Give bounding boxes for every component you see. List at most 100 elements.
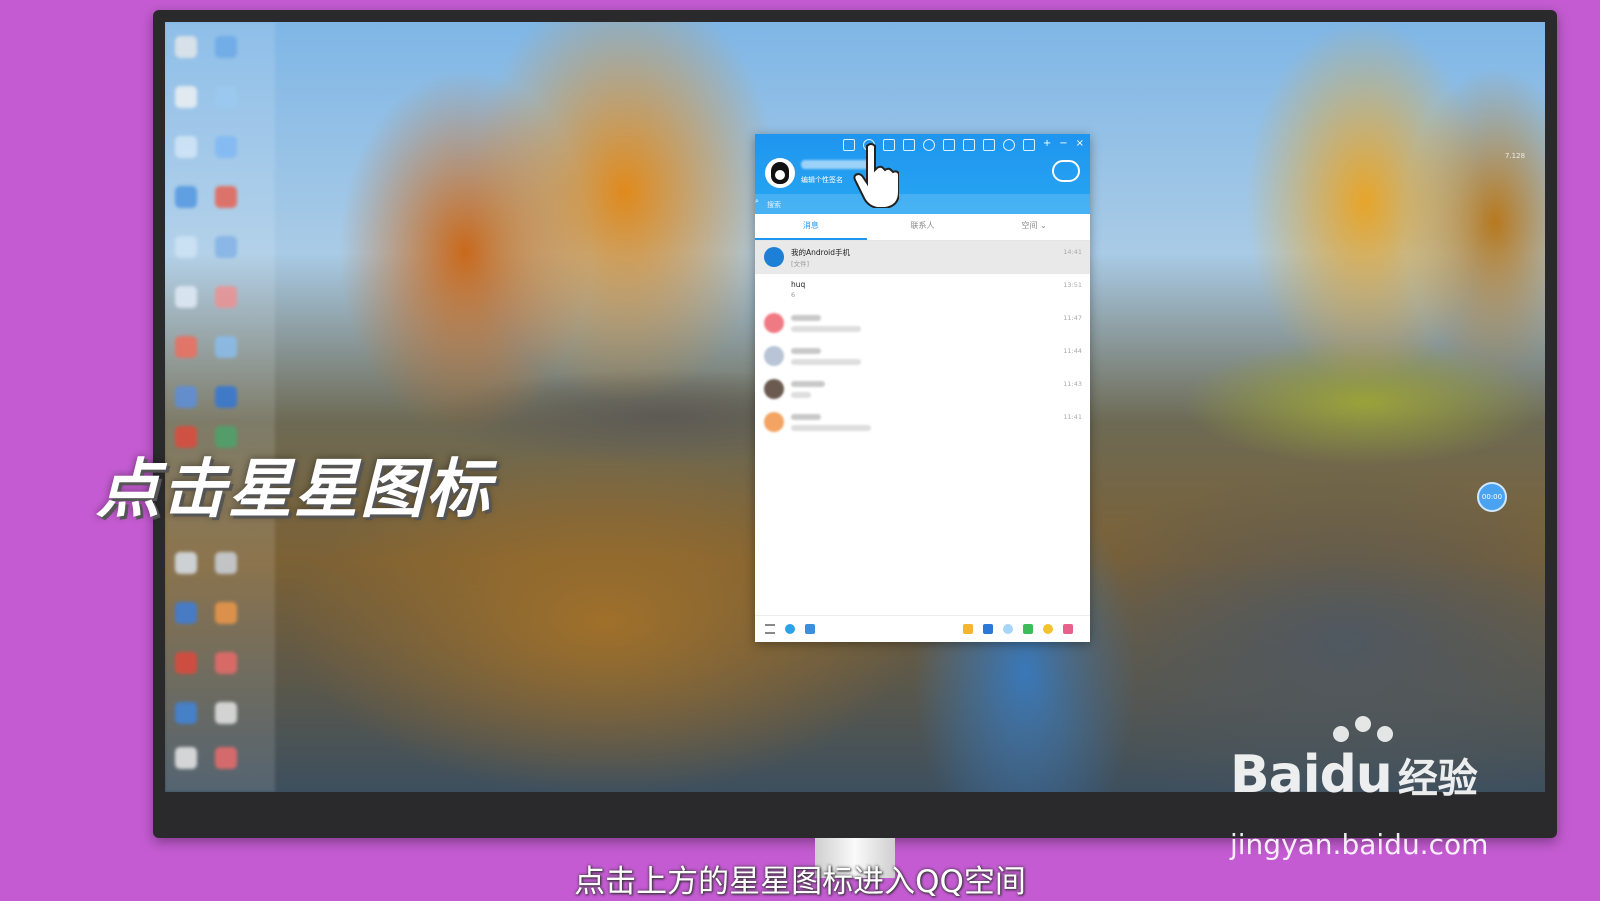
clock-bubble-text: 00:00 (1481, 493, 1503, 501)
floating-clock-bubble[interactable]: 00:00 (1477, 482, 1507, 512)
contact-avatar (764, 346, 784, 366)
desktop-icon[interactable] (215, 36, 237, 58)
weather-icon[interactable] (1052, 160, 1080, 182)
conversation-title: huq (791, 280, 806, 289)
clock-icon[interactable] (1002, 139, 1015, 151)
folder-icon[interactable] (902, 139, 915, 151)
desktop-icon[interactable] (175, 186, 197, 208)
bell-icon[interactable] (922, 139, 935, 151)
baidu-jingyan: 经验 (1397, 756, 1478, 802)
desktop-icon[interactable] (175, 702, 197, 724)
desktop-icon[interactable] (215, 747, 237, 769)
hand-cursor-icon (853, 143, 899, 208)
desktop-icon[interactable] (175, 747, 197, 769)
desktop-icon[interactable] (175, 236, 197, 258)
phone-icon (764, 247, 784, 267)
tab-contacts[interactable]: 联系人 (867, 214, 979, 240)
game-icon[interactable] (983, 624, 993, 634)
close-button[interactable]: × (1076, 139, 1084, 151)
blurred-preview (791, 359, 861, 365)
subtitle: 点击上方的星星图标进入QQ空间 (574, 864, 1026, 900)
list-item[interactable]: 11:41 (755, 406, 1090, 439)
qq-header: + − × 编辑个性签名 ⌕ (755, 134, 1090, 214)
video-play-icon[interactable] (1023, 624, 1033, 634)
conversation-time: 14:41 (1063, 248, 1082, 256)
desktop-icon[interactable] (215, 236, 237, 258)
list-item[interactable]: 11:44 (755, 340, 1090, 373)
blurred-preview (791, 392, 811, 398)
contact-avatar (764, 412, 784, 432)
baidu-du: du (1319, 745, 1393, 805)
search-icon: ⌕ (755, 197, 759, 205)
tab-messages[interactable]: 消息 (755, 214, 867, 240)
blurred-preview (791, 425, 871, 431)
desktop-icon[interactable] (175, 602, 197, 624)
desktop-icon[interactable] (175, 36, 197, 58)
desktop-icon[interactable] (175, 136, 197, 158)
conversation-preview: 6 (791, 291, 796, 299)
desktop-icon[interactable] (215, 386, 237, 408)
tools-icon[interactable] (1022, 139, 1035, 151)
list-item[interactable]: 我的Android手机 [文件] 14:41 (755, 241, 1090, 274)
list-item[interactable]: 11:43 (755, 373, 1090, 406)
contact-avatar (764, 379, 784, 399)
desktop-icon[interactable] (215, 336, 237, 358)
desktop-icon[interactable] (215, 136, 237, 158)
conversation-time: 11:47 (1063, 314, 1082, 322)
conversation-time: 11:43 (1063, 380, 1082, 388)
mail-box-icon[interactable] (962, 139, 975, 151)
desktop-icon[interactable] (215, 702, 237, 724)
signature-text[interactable]: 编辑个性签名 (801, 175, 843, 185)
paw-print-icon (1333, 726, 1349, 742)
add-contact-icon[interactable] (785, 624, 795, 634)
blurred-preview (791, 326, 861, 332)
list-item[interactable]: 11:47 (755, 307, 1090, 340)
desktop-icon[interactable] (175, 552, 197, 574)
desktop-icon[interactable] (215, 652, 237, 674)
avatar[interactable] (765, 158, 795, 188)
baidu-latin: Bai (1230, 745, 1321, 805)
desktop-icon[interactable] (215, 286, 237, 308)
conversation-time: 11:44 (1063, 347, 1082, 355)
qq-penguin-icon (771, 162, 789, 184)
tab-qzone[interactable]: 空间 ⌄ (978, 214, 1090, 240)
blurred-name (791, 381, 825, 387)
desktop-icon[interactable] (175, 386, 197, 408)
conversation-title: 我的Android手机 (791, 248, 850, 257)
smile-icon[interactable] (1043, 624, 1053, 634)
desktop-icon[interactable] (175, 336, 197, 358)
contact-avatar (764, 313, 784, 333)
desktop-icon[interactable] (175, 652, 197, 674)
camera-icon[interactable] (942, 139, 955, 151)
baidu-watermark: Baidu 经验 (1230, 745, 1478, 805)
message-icon[interactable] (982, 139, 995, 151)
blurred-name (791, 348, 821, 354)
desktop-icon-column (165, 22, 275, 792)
desktop-icon[interactable] (215, 86, 237, 108)
minimize-button[interactable]: − (1059, 139, 1067, 151)
menu-icon[interactable] (765, 624, 775, 634)
big-caption: 点击星星图标 (96, 453, 492, 527)
search-bar: ⌕ (755, 194, 1090, 214)
conversation-time: 11:41 (1063, 413, 1082, 421)
desktop-icon[interactable] (215, 186, 237, 208)
cloud-icon[interactable] (1003, 624, 1013, 634)
side-widget-text: 7.128 (1505, 152, 1526, 160)
pin-button[interactable]: + (1043, 139, 1051, 151)
search-input[interactable] (765, 197, 1069, 213)
conversation-time: 13:51 (1063, 281, 1082, 289)
desktop-icon[interactable] (215, 552, 237, 574)
watermark-url: jingyan.baidu.com (1230, 828, 1489, 861)
qq-footer (755, 615, 1090, 642)
file-assistant-icon[interactable] (805, 624, 815, 634)
blurred-name (791, 315, 821, 321)
qq-pet-icon[interactable] (963, 624, 973, 634)
qq-tabs: 消息 联系人 空间 ⌄ (755, 214, 1090, 241)
conversation-preview: [文件] (791, 260, 810, 268)
desktop-icon[interactable] (175, 86, 197, 108)
desktop-icon[interactable] (215, 602, 237, 624)
desktop-icon[interactable] (175, 286, 197, 308)
apps-grid-icon[interactable] (1063, 624, 1073, 634)
list-item[interactable]: huq 6 13:51 (755, 274, 1090, 307)
paw-print-icon (1377, 726, 1393, 742)
